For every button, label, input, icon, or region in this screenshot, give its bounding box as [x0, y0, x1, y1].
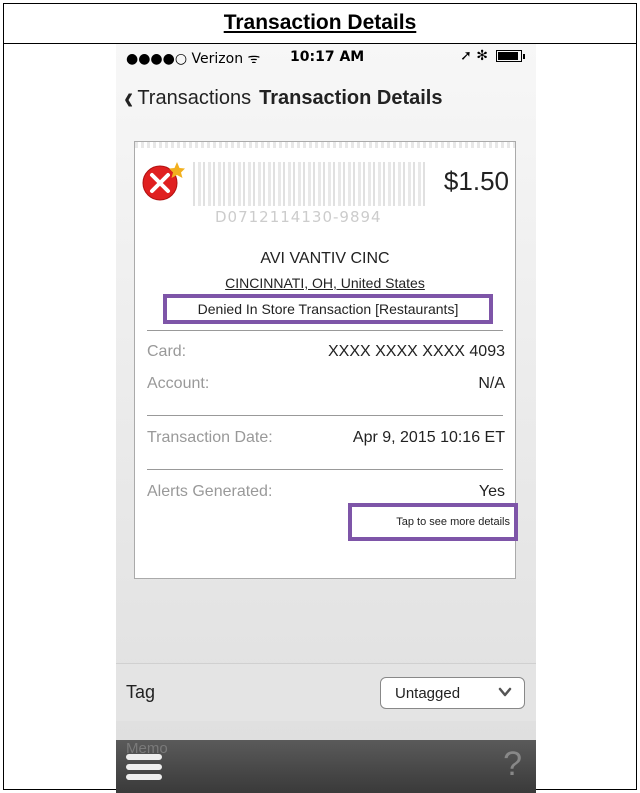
account-value: N/A — [478, 375, 505, 392]
card-label: Card: — [147, 343, 187, 360]
merchant-name: AVI VANTIV CINC — [260, 250, 390, 267]
tag-label: Tag — [126, 682, 156, 702]
divider — [147, 330, 503, 331]
denied-x-star-icon — [142, 162, 185, 201]
more-details-link[interactable]: Tap to see more details — [348, 503, 518, 541]
chevron-down-icon — [498, 687, 512, 697]
divider — [147, 469, 503, 470]
card-value: XXXX XXXX XXXX 4093 — [328, 343, 505, 360]
chevron-left-icon: ‹ — [124, 78, 134, 116]
transaction-amount: $1.50 — [443, 166, 509, 196]
tag-bar: Tag Untagged — [116, 663, 536, 721]
bottom-tab-bar: Memo ? — [116, 740, 536, 793]
status-bar: ●●●●○ Verizon ᯤ 10:17 AM ➚ ✻ — [116, 44, 536, 72]
barcode-number: D0712114130-9894 — [215, 208, 382, 226]
help-icon[interactable]: ? — [503, 745, 522, 784]
divider — [147, 415, 503, 416]
phone-screen: ●●●●○ Verizon ᯤ 10:17 AM ➚ ✻ ‹ Transacti… — [116, 44, 536, 793]
back-button-label: Transactions — [137, 86, 252, 109]
alerts-value: Yes — [478, 483, 505, 500]
menu-icon[interactable] — [126, 754, 162, 784]
back-button[interactable]: ‹ Transactions — [124, 78, 252, 116]
account-label: Account: — [147, 375, 210, 392]
tag-selected-value: Untagged — [395, 684, 461, 702]
transaction-date-label: Transaction Date: — [147, 429, 273, 446]
document-title: Transaction Details — [223, 11, 417, 34]
battery-icon — [496, 50, 525, 62]
status-time: 10:17 AM — [290, 49, 365, 65]
tag-dropdown[interactable]: Untagged — [380, 677, 525, 709]
merchant-location: CINCINNATI, OH, United States — [225, 275, 425, 291]
carrier-signal: ●●●●○ Verizon ᯤ — [126, 51, 261, 67]
transaction-type-highlight: Denied In Store Transaction [Restaurants… — [163, 294, 493, 324]
status-icons: ➚ ✻ — [460, 48, 525, 64]
nav-title: Transaction Details — [259, 86, 443, 109]
barcode — [193, 162, 425, 206]
location-bluetooth-icon: ➚ ✻ — [460, 48, 488, 64]
navigation-bar: ‹ Transactions Transaction Details — [116, 72, 536, 124]
alerts-label: Alerts Generated: — [147, 483, 273, 500]
more-details-label: Tap to see more details — [396, 516, 510, 528]
transaction-type: Denied In Store Transaction [Restaurants… — [197, 301, 459, 317]
document-header: Transaction Details — [3, 3, 637, 44]
transaction-date-value: Apr 9, 2015 10:16 ET — [352, 429, 505, 446]
